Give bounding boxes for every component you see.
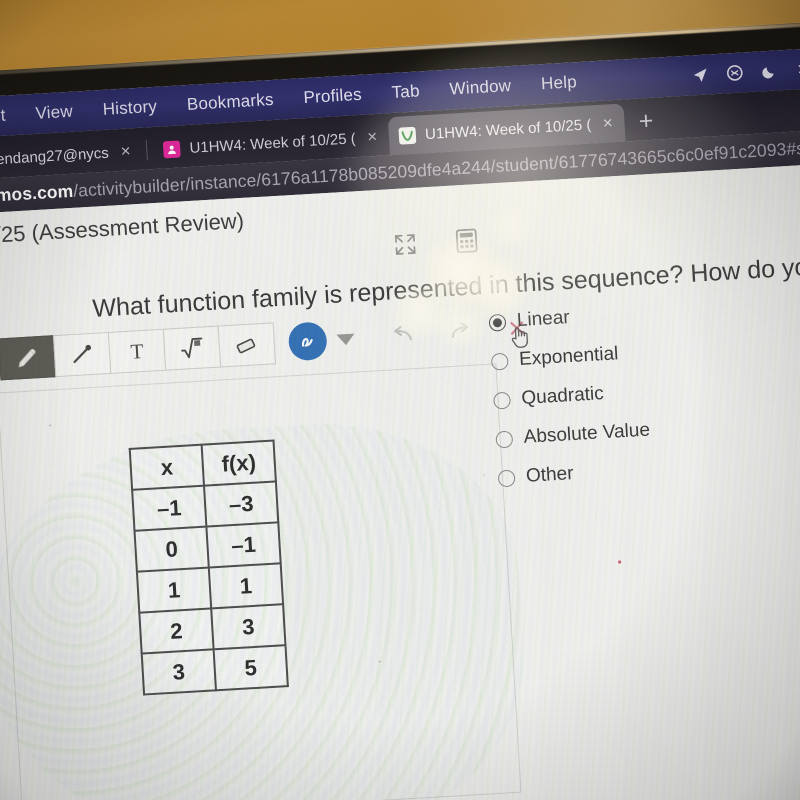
menu-item-view[interactable]: View [35, 102, 73, 124]
chevron-down-icon[interactable] [336, 333, 355, 346]
expand-arrows-icon[interactable] [394, 233, 417, 256]
option-label: Absolute Value [523, 419, 651, 448]
desmos-activity-page: of 10/25 (Assessment Review) What [0, 159, 800, 800]
table-header-x: x [129, 444, 205, 490]
eraser-tool-button[interactable] [217, 322, 277, 368]
option-label: Quadratic [520, 383, 605, 409]
desmos-icon [398, 126, 417, 145]
url-domain: nt.desmos.com [0, 180, 74, 208]
text-tool-label: T [129, 338, 145, 364]
cell-fx: 5 [213, 645, 288, 691]
mouse-cursor-hand-icon [509, 324, 531, 354]
radio-button-absolute-value[interactable] [495, 430, 514, 449]
cell-fx: 1 [208, 563, 284, 609]
tab-title: U1HW4: Week of 10/25 (Asses [189, 129, 356, 157]
pencil-tool-button[interactable] [0, 335, 57, 381]
cell-x: 1 [136, 567, 212, 613]
option-label: Other [525, 463, 575, 487]
screen-speck [378, 660, 381, 663]
new-tab-button[interactable]: + [638, 107, 654, 137]
cell-fx: –1 [206, 522, 281, 568]
menu-item-window[interactable]: Window [449, 76, 512, 100]
laptop-screen: dit View History Bookmarks Profiles Tab … [0, 43, 800, 800]
shazam-icon[interactable] [726, 64, 743, 81]
menu-bar-status-items [692, 46, 800, 95]
location-arrow-icon[interactable] [692, 67, 708, 83]
menu-item-bookmarks[interactable]: Bookmarks [186, 90, 274, 115]
menu-item-history[interactable]: History [102, 97, 157, 120]
close-icon[interactable]: × [599, 113, 613, 134]
radio-button-quadratic[interactable] [493, 391, 511, 410]
photo-of-laptop-screen: dit View History Bookmarks Profiles Tab … [0, 0, 800, 800]
math-tool-button[interactable] [162, 325, 222, 371]
close-icon[interactable]: × [117, 141, 131, 162]
tab-title: ') - brendang27@nycs [0, 144, 110, 170]
cell-fx: –3 [204, 481, 279, 527]
menu-item-profiles[interactable]: Profiles [303, 85, 362, 108]
calculator-icon[interactable] [455, 228, 478, 254]
menu-item-help[interactable]: Help [541, 72, 578, 94]
cell-x: 2 [139, 608, 214, 654]
cell-x: –1 [132, 485, 207, 531]
option-label: Exponential [518, 343, 619, 370]
page-header-tools [394, 228, 478, 257]
tab-divider [146, 140, 149, 161]
cell-x: 0 [134, 526, 209, 572]
radio-button-other[interactable] [497, 468, 516, 487]
stroke-style-button[interactable] [287, 321, 328, 362]
option-other[interactable]: Other [497, 450, 653, 497]
redo-button[interactable] [448, 319, 475, 345]
close-icon[interactable]: × [364, 127, 378, 148]
line-tool-button[interactable] [52, 331, 112, 378]
page-title: of 10/25 (Assessment Review) [0, 207, 245, 250]
table-header-fx: f(x) [201, 440, 276, 486]
cell-x: 3 [141, 649, 216, 695]
radio-button-exponential[interactable] [490, 352, 509, 371]
cell-fx: 3 [211, 604, 286, 650]
table-row: 3 5 [141, 645, 288, 695]
text-tool-button[interactable]: T [107, 328, 167, 374]
tab-title: U1HW4: Week of 10/25 (Asses [424, 115, 592, 143]
do-not-disturb-moon-icon[interactable] [761, 63, 777, 79]
undo-button[interactable] [388, 323, 415, 349]
function-data-table: x f(x) –1 –3 0 –1 1 1 2 3 3 5 [128, 439, 289, 696]
screen-speck [482, 474, 485, 477]
person-icon [163, 139, 182, 158]
radio-button-linear[interactable] [488, 313, 507, 332]
menu-item-tab[interactable]: Tab [391, 81, 420, 103]
menu-item-edit[interactable]: dit [0, 106, 6, 127]
bluetooth-icon[interactable] [795, 61, 800, 78]
screen-speck-red [618, 560, 622, 564]
screen-speck [49, 424, 52, 427]
